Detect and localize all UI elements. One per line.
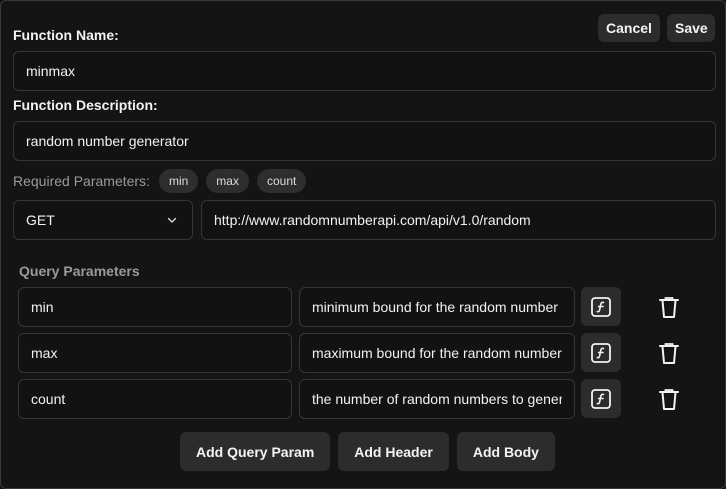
function-description-label: Function Description: bbox=[13, 97, 158, 113]
function-icon bbox=[591, 388, 611, 409]
http-method-value: GET bbox=[26, 212, 55, 228]
save-button[interactable]: Save bbox=[667, 14, 715, 42]
http-method-select[interactable]: GET bbox=[13, 200, 193, 240]
function-name-input[interactable] bbox=[13, 51, 716, 91]
cancel-button[interactable]: Cancel bbox=[598, 14, 660, 42]
function-toggle-button[interactable] bbox=[581, 333, 621, 372]
required-param-pill: max bbox=[206, 169, 249, 193]
delete-row-button[interactable] bbox=[656, 292, 682, 322]
add-header-button[interactable]: Add Header bbox=[338, 432, 449, 471]
url-input[interactable] bbox=[201, 200, 716, 240]
top-actions: Cancel Save bbox=[598, 14, 715, 42]
add-query-param-button[interactable]: Add Query Param bbox=[180, 432, 331, 471]
required-parameters-label: Required Parameters: bbox=[13, 173, 150, 189]
query-param-description-input[interactable] bbox=[299, 287, 575, 327]
trash-icon bbox=[659, 343, 679, 364]
function-icon bbox=[591, 296, 611, 317]
chevron-down-icon bbox=[166, 214, 178, 226]
query-param-name-input[interactable] bbox=[18, 287, 292, 327]
query-param-description-input[interactable] bbox=[299, 333, 575, 373]
function-toggle-button[interactable] bbox=[581, 379, 621, 418]
trash-icon bbox=[659, 297, 679, 318]
trash-icon bbox=[659, 389, 679, 410]
query-param-name-input[interactable] bbox=[18, 379, 292, 419]
query-param-description-input[interactable] bbox=[299, 379, 575, 419]
delete-row-button[interactable] bbox=[656, 384, 682, 414]
required-param-pill: count bbox=[256, 169, 307, 193]
bottom-actions: Add Query Param Add Header Add Body bbox=[180, 432, 555, 471]
function-icon bbox=[591, 342, 611, 363]
required-param-pill: min bbox=[158, 169, 199, 193]
required-parameters-row: Required Parameters: min max count bbox=[13, 169, 307, 193]
query-parameters-title: Query Parameters bbox=[19, 263, 140, 279]
function-description-input[interactable] bbox=[13, 121, 716, 161]
add-body-button[interactable]: Add Body bbox=[456, 432, 555, 471]
query-param-name-input[interactable] bbox=[18, 333, 292, 373]
function-toggle-button[interactable] bbox=[581, 287, 621, 326]
function-name-label: Function Name: bbox=[13, 27, 119, 43]
delete-row-button[interactable] bbox=[656, 338, 682, 368]
function-editor-panel: Cancel Save Function Name: Function Desc… bbox=[0, 0, 726, 489]
